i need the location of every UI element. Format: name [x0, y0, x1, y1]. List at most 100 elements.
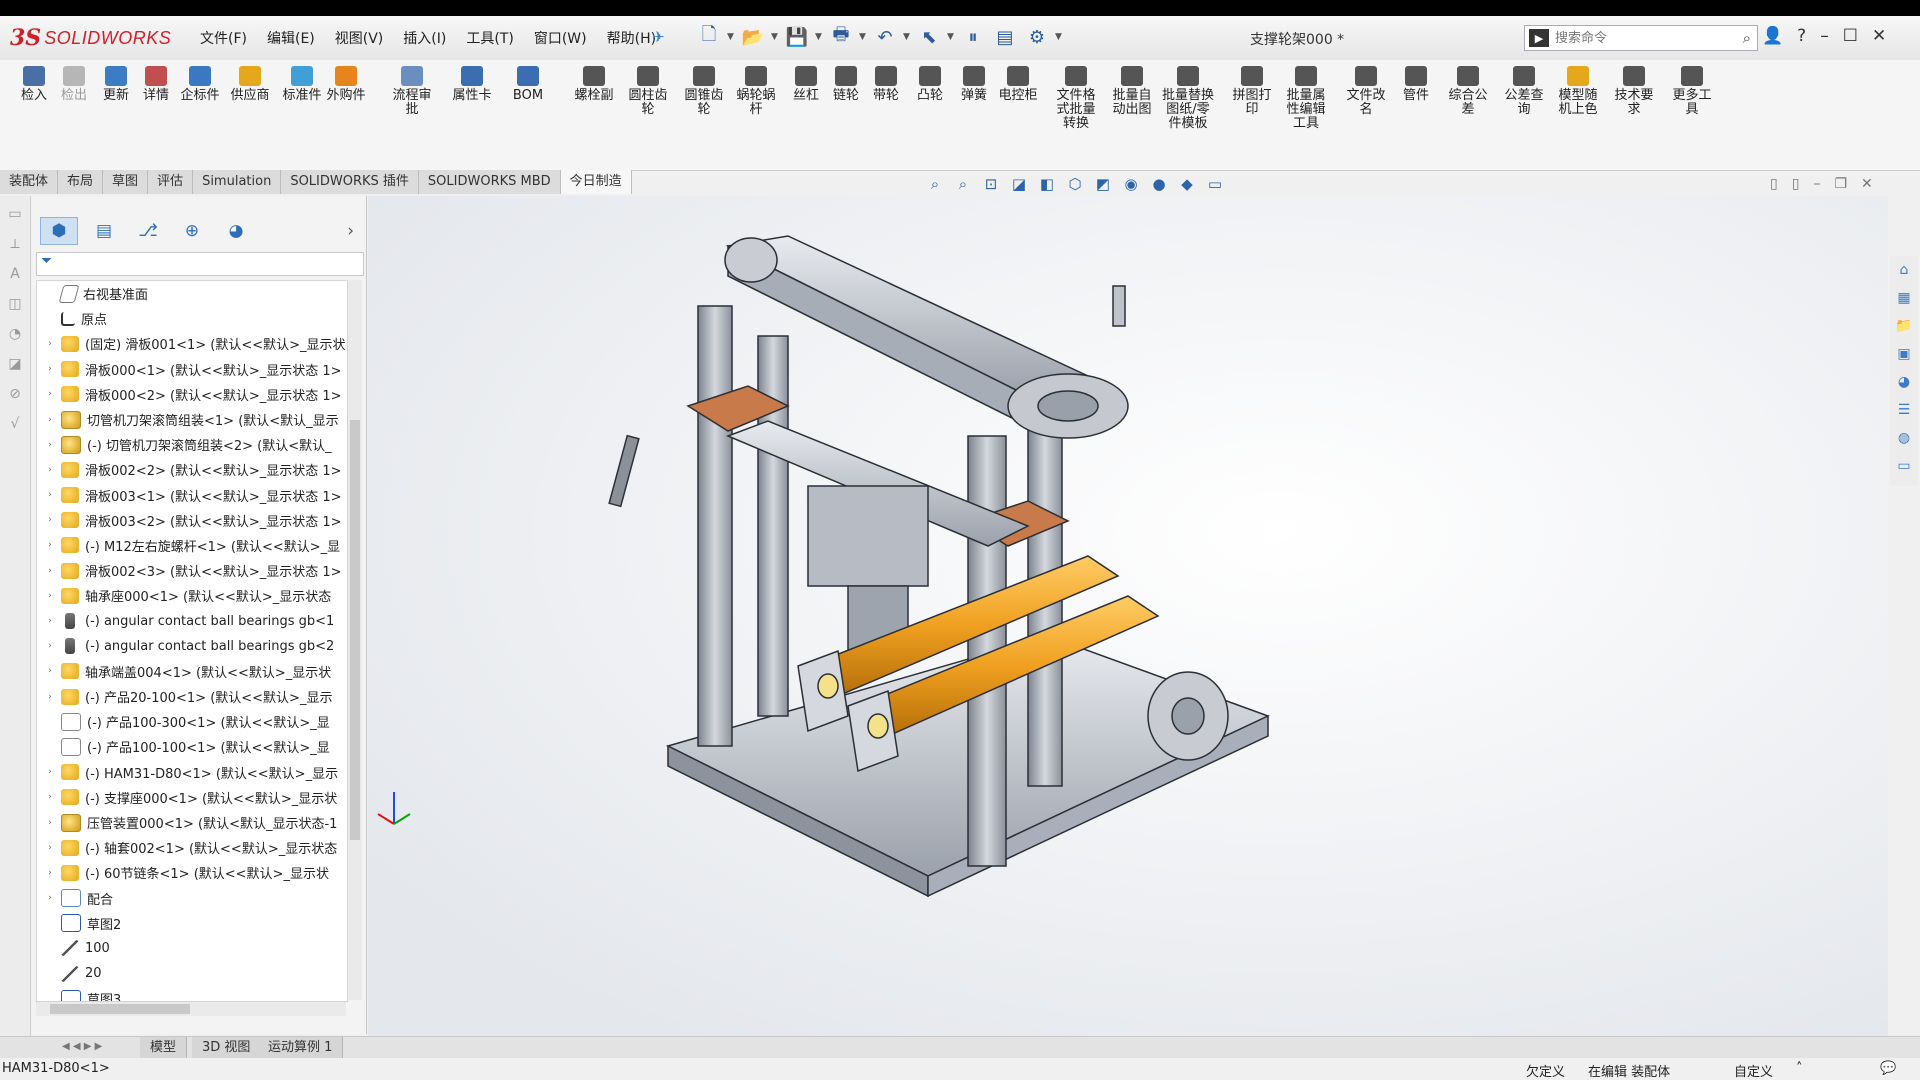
tree-item[interactable]: › (-) angular contact ball bearings gb<2 — [37, 634, 347, 659]
minimize-icon[interactable]: – — [1813, 176, 1820, 192]
chat-icon[interactable]: ▭ — [1894, 458, 1914, 478]
tab-command-manager[interactable]: SOLIDWORKS 插件 — [281, 170, 419, 194]
ribbon-tool[interactable]: 螺栓副 — [566, 66, 622, 103]
ribbon-tool[interactable]: 综合公 差 — [1440, 66, 1496, 117]
minimize-icon[interactable]: – — [1820, 26, 1829, 46]
save-icon[interactable]: 💾 — [783, 24, 811, 50]
split-icon[interactable]: ▯ — [1792, 176, 1800, 192]
tree-item[interactable]: › (-) 60节链条<1> (默认<<默认>_显示状 — [37, 860, 347, 885]
expand-arrow-icon[interactable]: › — [43, 692, 57, 702]
tab-command-manager[interactable]: SOLIDWORKS MBD — [418, 170, 561, 194]
pin-icon[interactable]: ✈ — [652, 28, 665, 46]
tree-item[interactable]: › 滑板000<1> (默认<<默认>_显示状态 1> — [37, 357, 347, 382]
expand-arrow-icon[interactable]: › — [43, 893, 57, 903]
ribbon-tool[interactable]: 更多工 具 — [1664, 66, 1720, 117]
new-document-icon[interactable]: 🗋 — [695, 24, 723, 50]
tab-command-manager[interactable]: 草图 — [103, 170, 149, 194]
tree-item[interactable]: 右视基准面 — [37, 281, 347, 306]
restore-icon[interactable]: ❐ — [1834, 176, 1847, 192]
column-rear-left[interactable] — [697, 305, 733, 747]
expand-arrow-icon[interactable]: › — [43, 641, 57, 651]
file-explorer-icon[interactable]: 📁 — [1894, 318, 1914, 338]
tab-command-manager[interactable]: 今日制造 — [560, 170, 632, 194]
ribbon-tool[interactable]: 文件改 名 — [1338, 66, 1394, 117]
ribbon-tool[interactable]: 公差查 询 — [1496, 66, 1552, 117]
tree-item[interactable]: 100 — [37, 936, 347, 961]
split-icon[interactable]: ▯ — [1770, 176, 1778, 192]
expand-arrow-icon[interactable]: › — [43, 389, 57, 399]
print-icon[interactable]: 🖶 — [827, 24, 855, 50]
cutter-head[interactable] — [807, 485, 929, 587]
chevron-up-icon[interactable]: ˄ — [1796, 1061, 1803, 1076]
hide-show-icon[interactable]: ◉ — [1120, 174, 1142, 194]
tree-item[interactable]: 草图2 — [37, 911, 347, 936]
previous-view-icon[interactable]: ⊡ — [980, 174, 1002, 194]
ribbon-tool[interactable]: 企标件 — [172, 66, 228, 103]
tree-item[interactable]: › 配合 — [37, 886, 347, 911]
expand-arrow-icon[interactable]: › — [43, 465, 57, 475]
menu-window[interactable]: 窗口(W) — [524, 28, 597, 48]
dimxpert-tab-icon[interactable]: ⊕ — [174, 218, 210, 244]
search-icon[interactable]: ⌕ — [1743, 29, 1751, 47]
ribbon-tool[interactable]: 圆锥齿 轮 — [676, 66, 732, 117]
tree-horizontal-scrollbar[interactable] — [36, 1002, 346, 1016]
graphics-area[interactable] — [368, 196, 1888, 1036]
note-icon[interactable]: A — [5, 266, 25, 286]
chevron-down-icon[interactable]: ▼ — [1055, 32, 1063, 42]
chevron-down-icon[interactable]: ▼ — [771, 32, 779, 42]
tree-item[interactable]: › 轴承端盖004<1> (默认<<默认>_显示状 — [37, 659, 347, 684]
tree-item[interactable]: › 滑板003<2> (默认<<默认>_显示状态 1> — [37, 508, 347, 533]
close-icon[interactable]: ✕ — [1872, 26, 1886, 46]
ribbon-tool[interactable]: 电控柜 — [990, 66, 1046, 103]
ribbon-tool[interactable]: 管件 — [1388, 66, 1444, 103]
tab-command-manager[interactable]: Simulation — [193, 170, 282, 194]
undo-icon[interactable]: ↶ — [871, 24, 899, 50]
dimension-icon[interactable]: ⟂ — [5, 236, 25, 256]
menu-tools[interactable]: 工具(T) — [456, 28, 523, 48]
expand-arrow-icon[interactable]: › — [43, 440, 57, 450]
ribbon-tool[interactable]: 批量替换 图纸/零 件模板 — [1160, 66, 1216, 131]
tree-item[interactable]: › (-) 产品20-100<1> (默认<<默认>_显示 — [37, 684, 347, 709]
tree-item[interactable]: › (-) HAM31-D80<1> (默认<<默认>_显示 — [37, 760, 347, 785]
close-icon[interactable]: ✕ — [1861, 176, 1873, 192]
expand-arrow-icon[interactable]: › — [43, 767, 57, 777]
expand-arrow-icon[interactable]: › — [43, 818, 57, 828]
traffic-light-icon[interactable]: ⏸ — [959, 24, 987, 50]
feature-manager-tab-icon[interactable]: ⬢ — [40, 217, 78, 245]
expand-arrow-icon[interactable]: › — [43, 666, 57, 676]
tree-item[interactable]: › (-) M12左右旋螺杆<1> (默认<<默认>_显 — [37, 533, 347, 558]
file-properties-icon[interactable]: ▤ — [991, 24, 1019, 50]
ribbon-tool[interactable]: 模型随 机上色 — [1550, 66, 1606, 117]
property-manager-tab-icon[interactable]: ▤ — [86, 218, 122, 244]
ribbon-tool[interactable]: 批量属 性编辑 工具 — [1278, 66, 1334, 131]
tree-item[interactable]: › (-) 支撑座000<1> (默认<<默认>_显示状 — [37, 785, 347, 810]
appearance-icon[interactable]: ● — [1148, 174, 1170, 194]
gear-icon[interactable]: ⚙ — [1023, 24, 1051, 50]
tree-item[interactable]: › 压管装置000<1> (默认<默认_显示状态-1 — [37, 810, 347, 835]
display-style-icon[interactable]: ◩ — [1092, 174, 1114, 194]
user-icon[interactable]: 👤 — [1762, 26, 1783, 46]
status-units[interactable]: 自定义 — [1734, 1061, 1773, 1080]
forum-icon[interactable]: ◍ — [1894, 430, 1914, 450]
ribbon-tool[interactable]: 批量自 动出图 — [1104, 66, 1160, 117]
expand-arrow-icon[interactable]: › — [43, 490, 57, 500]
tree-item[interactable]: › 滑板000<2> (默认<<默认>_显示状态 1> — [37, 382, 347, 407]
expand-arrow-icon[interactable]: › — [43, 415, 57, 425]
tab-model[interactable]: 模型 — [140, 1037, 188, 1059]
expand-arrow-icon[interactable]: › — [43, 515, 57, 525]
tree-item[interactable]: › 滑板003<1> (默认<<默认>_显示状态 1> — [37, 483, 347, 508]
menu-edit[interactable]: 编辑(E) — [257, 28, 325, 48]
scrollbar-thumb[interactable] — [50, 1004, 190, 1014]
ribbon-tool[interactable]: 属性卡 — [444, 66, 500, 103]
tree-item[interactable]: › 切管机刀架滚筒组装<1> (默认<默认_显示 — [37, 407, 347, 432]
menu-file[interactable]: 文件(F) — [190, 28, 257, 48]
tree-item[interactable]: › 滑板002<2> (默认<<默认>_显示状态 1> — [37, 457, 347, 482]
ribbon-tool[interactable]: 拼图打 印 — [1224, 66, 1280, 117]
section-view-icon[interactable]: ◪ — [1008, 174, 1030, 194]
expand-arrow-icon[interactable]: › — [43, 792, 57, 802]
chevron-down-icon[interactable]: ▼ — [903, 32, 911, 42]
menu-view[interactable]: 视图(V) — [325, 28, 394, 48]
tree-vertical-scrollbar[interactable] — [348, 280, 362, 1000]
smart-dimension-icon[interactable]: ◫ — [5, 296, 25, 316]
scrollbar-thumb[interactable] — [350, 420, 360, 840]
